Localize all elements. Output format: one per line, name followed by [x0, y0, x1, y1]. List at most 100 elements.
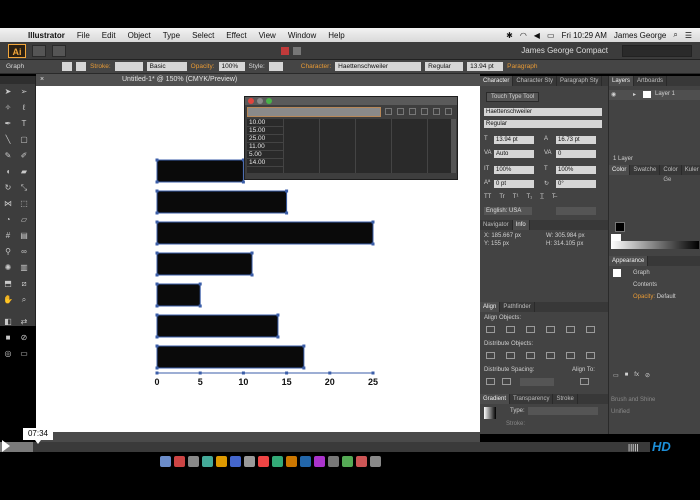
dock-trash-icon[interactable]	[370, 456, 381, 467]
close-document-icon[interactable]: ×	[40, 74, 44, 86]
font-style-field[interactable]: Regular	[484, 120, 602, 128]
anchor-point[interactable]	[155, 180, 159, 184]
color-mode-icon[interactable]: ■	[2, 332, 14, 344]
add-effect-icon[interactable]: fx	[634, 372, 639, 379]
anchor-point[interactable]	[250, 251, 254, 255]
lasso-icon[interactable]: ℓ	[18, 102, 30, 114]
import-data-icon[interactable]	[385, 108, 392, 115]
dock-app-icon[interactable]	[342, 456, 353, 467]
graph-data-scrollbar[interactable]	[451, 119, 456, 173]
align-hcenter-icon[interactable]	[506, 326, 515, 333]
anchor-point[interactable]	[155, 242, 159, 246]
menu-type[interactable]: Type	[157, 31, 186, 40]
screen-mode-icon[interactable]: ▭	[18, 348, 30, 360]
cc-icon[interactable]	[280, 46, 289, 55]
tab-layers[interactable]: Layers	[609, 76, 635, 86]
dock-app-icon[interactable]	[188, 456, 199, 467]
tab-character[interactable]: Character	[480, 76, 514, 86]
anchor-point[interactable]	[371, 242, 375, 246]
anchor-point[interactable]	[155, 273, 159, 277]
subscript-icon[interactable]: T₁	[526, 194, 532, 200]
pencil-icon[interactable]: ✐	[18, 150, 30, 162]
graph-tool-icon[interactable]: ▥	[18, 262, 30, 274]
rectangle-tool-icon[interactable]: ▢	[18, 134, 30, 146]
paintbrush-icon[interactable]: ✎	[2, 150, 14, 162]
tab-color[interactable]: Color	[609, 165, 631, 175]
data-cell[interactable]: 15.00	[247, 127, 283, 135]
spacing-field[interactable]	[520, 378, 554, 386]
leading-field[interactable]: 16.73 pt	[556, 136, 596, 144]
menu-effect[interactable]: Effect	[220, 31, 252, 40]
bluetooth-icon[interactable]: ✱	[506, 31, 513, 40]
menu-help[interactable]: Help	[322, 31, 350, 40]
graph-data-titlebar[interactable]	[245, 97, 457, 105]
character-rotation-field[interactable]: 0°	[556, 180, 596, 188]
bar-5[interactable]	[156, 283, 201, 307]
user-name[interactable]: James George	[614, 31, 666, 40]
magic-wand-icon[interactable]: ✧	[2, 102, 14, 114]
font-field[interactable]: Haettenschweiler	[335, 62, 422, 71]
dock-app-icon[interactable]	[314, 456, 325, 467]
data-cell[interactable]: 5.00	[247, 151, 283, 159]
anchor-point[interactable]	[155, 251, 159, 255]
dock-finder-icon[interactable]	[160, 456, 171, 467]
add-fill-icon[interactable]: ■	[625, 372, 629, 379]
distribute-top-icon[interactable]	[486, 352, 495, 359]
layer-name[interactable]: Layer 1	[655, 91, 675, 97]
rotate-icon[interactable]: ↻	[2, 182, 14, 194]
anchor-point[interactable]	[155, 335, 159, 339]
anchor-point[interactable]	[285, 211, 289, 215]
vertical-scale-field[interactable]: 100%	[494, 166, 534, 174]
align-vcenter-icon[interactable]	[566, 326, 575, 333]
baseline-shift-field[interactable]: 0 pt	[494, 180, 534, 188]
sync-icon[interactable]	[292, 46, 301, 55]
tab-appearance[interactable]: Appearance	[609, 256, 649, 266]
menu-object[interactable]: Object	[122, 31, 157, 40]
clear-appearance-icon[interactable]: ⊘	[645, 372, 650, 379]
anchor-point[interactable]	[155, 158, 159, 162]
anchor-point[interactable]	[155, 189, 159, 193]
distribute-hspace-icon[interactable]	[502, 378, 511, 385]
data-cell[interactable]: 11.00	[247, 143, 283, 151]
anchor-point[interactable]	[285, 189, 289, 193]
distribute-right-icon[interactable]	[586, 352, 595, 359]
menu-select[interactable]: Select	[186, 31, 220, 40]
add-stroke-icon[interactable]: ▭	[613, 372, 619, 379]
apply-icon[interactable]	[445, 108, 452, 115]
opacity-field[interactable]: 100%	[218, 62, 245, 71]
blend-icon[interactable]: ∞	[18, 246, 30, 258]
tab-info[interactable]: Info	[512, 220, 530, 230]
eraser-icon[interactable]: ▰	[18, 166, 30, 178]
anchor-point[interactable]	[155, 304, 159, 308]
gradient-icon[interactable]: ▤	[18, 230, 30, 242]
graph-data-grid[interactable]: 10.00 15.00 25.00 11.00 5.00 14.00	[247, 119, 451, 173]
align-top-icon[interactable]	[546, 326, 555, 333]
arrange-documents-button[interactable]	[52, 44, 66, 57]
zoom-icon[interactable]: ⌕	[18, 294, 30, 306]
dock-app-icon[interactable]	[174, 456, 185, 467]
dock-app-icon[interactable]	[202, 456, 213, 467]
play-icon[interactable]	[2, 440, 10, 452]
wifi-icon[interactable]: ◠	[520, 31, 527, 40]
anchor-point[interactable]	[155, 220, 159, 224]
transpose-icon[interactable]	[397, 108, 404, 115]
perspective-icon[interactable]: ▱	[18, 214, 30, 226]
switch-xy-icon[interactable]	[409, 108, 416, 115]
dock-app-icon[interactable]	[328, 456, 339, 467]
distribute-vcenter-icon[interactable]	[506, 352, 515, 359]
align-bottom-icon[interactable]	[586, 326, 595, 333]
opacity-label[interactable]: Opacity:	[191, 63, 215, 70]
tab-character-styles[interactable]: Character Sty	[513, 76, 558, 86]
bar-1[interactable]	[156, 159, 244, 183]
symbol-sprayer-icon[interactable]: ✺	[2, 262, 14, 274]
anchor-point[interactable]	[276, 335, 280, 339]
workspace-switcher[interactable]: James George Compact	[521, 46, 608, 55]
bar-3[interactable]	[156, 221, 374, 245]
artboard-icon[interactable]: ⬒	[2, 278, 14, 290]
swap-colors-icon[interactable]: ⇄	[18, 316, 30, 328]
expand-layer-icon[interactable]: ▸	[633, 91, 636, 98]
distribute-left-icon[interactable]	[546, 352, 555, 359]
spotlight-icon[interactable]: ⌕	[673, 30, 677, 40]
type-tool-icon[interactable]: T	[18, 118, 30, 130]
anchor-point[interactable]	[155, 211, 159, 215]
